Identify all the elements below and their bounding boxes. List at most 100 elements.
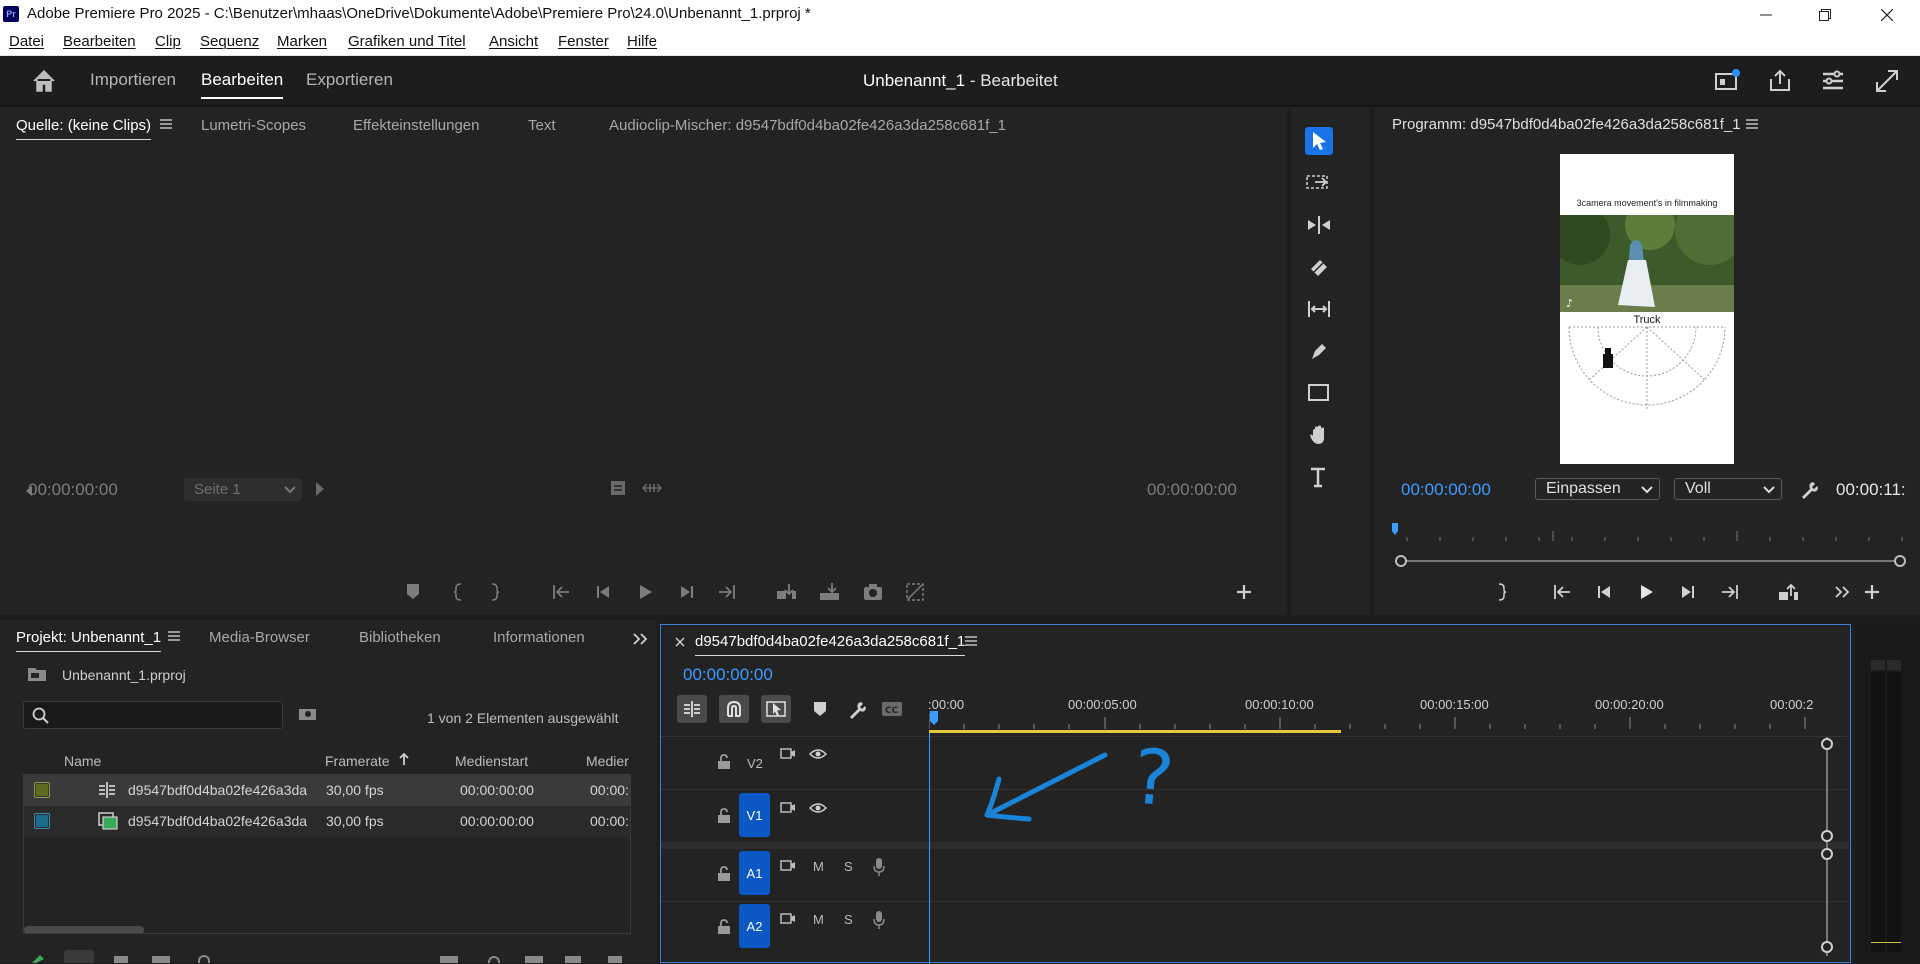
settings-list-icon[interactable] bbox=[610, 480, 626, 496]
eye-icon[interactable] bbox=[809, 802, 827, 814]
step-back-icon[interactable] bbox=[593, 582, 613, 602]
menu-datei[interactable]: Datei bbox=[9, 33, 44, 50]
lock-icon[interactable] bbox=[717, 808, 731, 824]
video-zoom-handle-top[interactable] bbox=[1821, 738, 1833, 750]
solo-button[interactable]: S bbox=[844, 859, 853, 874]
audio-zoom-handle-top[interactable] bbox=[1821, 848, 1833, 860]
zoom-slider-handle[interactable] bbox=[198, 955, 210, 963]
tab-text[interactable]: Text bbox=[528, 117, 556, 134]
sequence-menu-icon[interactable] bbox=[965, 636, 977, 646]
lock-icon[interactable] bbox=[717, 866, 731, 882]
video-zoom-handle-bottom[interactable] bbox=[1821, 830, 1833, 842]
pen-tool[interactable] bbox=[1305, 337, 1333, 365]
table-row[interactable]: d9547bdf0d4ba02fe426a3da 30,00 fps 00:00… bbox=[24, 775, 630, 806]
tab-audioclip-mixer[interactable]: Audioclip-Mischer: d9547bdf0d4ba02fe426a… bbox=[609, 117, 1006, 134]
lock-icon[interactable] bbox=[717, 754, 731, 770]
ripple-edit-tool[interactable] bbox=[1305, 211, 1333, 239]
tab-exportieren[interactable]: Exportieren bbox=[306, 70, 393, 90]
mark-out-icon[interactable] bbox=[489, 582, 509, 602]
step-back-icon[interactable] bbox=[1594, 582, 1614, 602]
add-marker-icon[interactable] bbox=[405, 582, 425, 602]
program-panel-menu-icon[interactable] bbox=[1746, 119, 1758, 129]
play-icon[interactable] bbox=[1636, 582, 1656, 602]
snap-button[interactable] bbox=[719, 695, 749, 723]
step-forward-icon[interactable] bbox=[677, 582, 697, 602]
tab-effect-settings[interactable]: Effekteinstellungen bbox=[353, 117, 479, 134]
fullscreen-button[interactable] bbox=[1874, 68, 1900, 94]
close-button[interactable] bbox=[1858, 0, 1916, 29]
sort-ascending-icon[interactable] bbox=[398, 752, 410, 766]
tab-sequence[interactable]: d9547bdf0d4ba02fe426a3da258c681f_1 bbox=[695, 633, 966, 656]
wrench-icon[interactable] bbox=[847, 700, 867, 720]
rectangle-tool[interactable] bbox=[1305, 379, 1333, 407]
menu-marken[interactable]: Marken bbox=[277, 33, 327, 50]
menu-bearbeiten[interactable]: Bearbeiten bbox=[63, 33, 136, 50]
share-button[interactable] bbox=[1767, 68, 1793, 94]
workspaces-button[interactable] bbox=[1820, 68, 1846, 94]
zoom-handle-left[interactable] bbox=[1395, 555, 1407, 567]
row-name[interactable]: d9547bdf0d4ba02fe426a3da bbox=[128, 782, 307, 798]
track-target-v1[interactable]: V1 bbox=[739, 793, 770, 837]
row-name[interactable]: d9547bdf0d4ba02fe426a3da bbox=[128, 813, 307, 829]
sync-lock-icon[interactable] bbox=[780, 912, 796, 926]
write-protect-icon[interactable] bbox=[30, 954, 46, 963]
column-media-end[interactable]: Medier bbox=[586, 753, 629, 769]
audio-zoom-handle-bottom[interactable] bbox=[1821, 941, 1833, 953]
sequence-timecode[interactable]: 00:00:00:00 bbox=[683, 665, 773, 685]
go-to-out-icon[interactable] bbox=[717, 582, 737, 602]
restore-button[interactable] bbox=[1796, 0, 1854, 29]
mark-out-icon[interactable] bbox=[1496, 582, 1516, 602]
automate-to-sequence-button[interactable] bbox=[440, 956, 458, 963]
mark-in-icon[interactable] bbox=[452, 582, 472, 602]
program-zoom-bar[interactable] bbox=[1400, 560, 1900, 562]
tab-lumetri-scopes[interactable]: Lumetri-Scopes bbox=[201, 117, 306, 134]
linked-selection-button[interactable] bbox=[761, 695, 791, 723]
tab-project[interactable]: Projekt: Unbenannt_1 bbox=[16, 629, 162, 652]
column-framerate[interactable]: Framerate bbox=[325, 753, 390, 769]
lock-icon[interactable] bbox=[717, 919, 731, 935]
solo-button[interactable]: S bbox=[844, 912, 853, 927]
quick-export-button[interactable] bbox=[1714, 68, 1740, 94]
project-search-input[interactable] bbox=[23, 701, 283, 729]
play-right-small-icon[interactable] bbox=[316, 482, 324, 496]
razor-tool[interactable] bbox=[1305, 253, 1333, 281]
project-panel-menu-icon[interactable] bbox=[168, 631, 180, 641]
tab-bearbeiten[interactable]: Bearbeiten bbox=[201, 70, 284, 99]
camera-icon[interactable] bbox=[863, 582, 883, 602]
track-label[interactable]: V2 bbox=[747, 756, 763, 771]
video-audio-divider[interactable] bbox=[661, 842, 1849, 849]
microphone-icon[interactable] bbox=[872, 910, 886, 930]
track-target-a2[interactable]: A2 bbox=[739, 904, 770, 948]
peak-indicator-left[interactable] bbox=[1871, 660, 1885, 670]
find-in-project-icon[interactable] bbox=[298, 706, 318, 722]
quality-select[interactable]: Voll bbox=[1674, 478, 1782, 500]
column-media-start[interactable]: Medienstart bbox=[455, 753, 528, 769]
menu-hilfe[interactable]: Hilfe bbox=[627, 33, 657, 50]
menu-grafiken-und-titel[interactable]: Grafiken und Titel bbox=[348, 33, 466, 50]
peak-indicator-right[interactable] bbox=[1887, 660, 1901, 670]
menu-fenster[interactable]: Fenster bbox=[558, 33, 609, 50]
overwrite-icon[interactable] bbox=[819, 582, 839, 602]
home-button[interactable] bbox=[31, 68, 57, 94]
slip-tool[interactable] bbox=[1305, 295, 1333, 323]
track-select-tool[interactable] bbox=[1305, 169, 1333, 197]
new-bin-button[interactable] bbox=[525, 956, 543, 963]
go-to-in-icon[interactable] bbox=[551, 582, 571, 602]
freeform-view-button[interactable] bbox=[152, 956, 170, 963]
tab-libraries[interactable]: Bibliotheken bbox=[359, 629, 441, 646]
playhead-line[interactable] bbox=[929, 733, 930, 964]
tab-importieren[interactable]: Importieren bbox=[90, 70, 176, 90]
overflow-tabs-icon[interactable] bbox=[632, 632, 648, 646]
horizontal-scrollbar[interactable] bbox=[24, 926, 144, 933]
page-select[interactable]: Seite 1 bbox=[184, 478, 302, 501]
add-button-icon[interactable] bbox=[1864, 584, 1884, 604]
safe-margins-icon[interactable] bbox=[905, 582, 925, 602]
list-view-button[interactable] bbox=[64, 950, 94, 963]
timeline-time-ruler[interactable]: :00:00 00:00:05:00 00:00:10:00 00:00:15:… bbox=[928, 691, 1849, 735]
wrench-icon[interactable] bbox=[1799, 480, 1819, 500]
fit-select[interactable]: Einpassen bbox=[1535, 478, 1660, 500]
tab-source[interactable]: Quelle: (keine Clips) bbox=[16, 117, 152, 140]
selection-tool[interactable] bbox=[1305, 127, 1333, 155]
go-to-in-icon[interactable] bbox=[1552, 582, 1572, 602]
vertical-zoom-bar[interactable] bbox=[1826, 737, 1828, 956]
